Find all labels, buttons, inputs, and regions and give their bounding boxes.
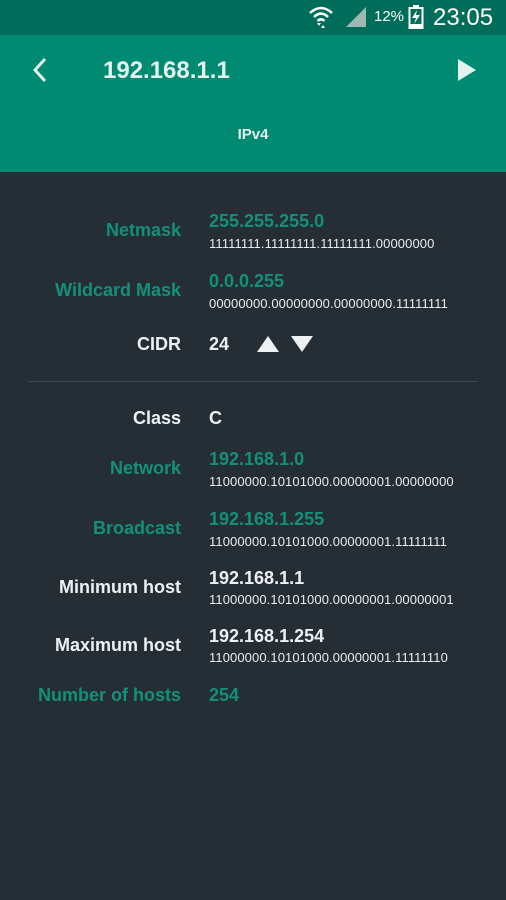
min-host-label: Minimum host xyxy=(59,577,181,597)
back-button[interactable] xyxy=(26,55,56,85)
min-host-value: 192.168.1.1 xyxy=(209,568,305,588)
wifi-icon xyxy=(308,4,334,35)
network-binary: 11000000.10101000.00000001.00000000 xyxy=(209,474,454,489)
cidr-value: 24 xyxy=(209,334,230,354)
play-button[interactable] xyxy=(452,55,482,85)
num-hosts-value: 254 xyxy=(209,685,240,705)
class-value: C xyxy=(209,408,222,428)
cidr-decrement-button[interactable] xyxy=(290,335,314,358)
broadcast-binary: 11000000.10101000.00000001.11111111 xyxy=(209,534,447,549)
play-icon xyxy=(458,59,476,81)
broadcast-label: Broadcast xyxy=(92,518,181,538)
app-bar: 192.168.1.1 IPv4 xyxy=(0,35,506,172)
network-label: Network xyxy=(109,458,181,478)
max-host-label: Maximum host xyxy=(54,635,181,655)
netmask-label: Netmask xyxy=(105,220,181,240)
page-title: 192.168.1.1 xyxy=(103,57,230,84)
section-divider xyxy=(28,381,478,382)
cidr-label: CIDR xyxy=(137,334,181,354)
max-host-binary: 11000000.10101000.00000001.11111110 xyxy=(209,650,448,665)
triangle-down-icon xyxy=(291,336,313,352)
netmask-binary: 11111111.11111111.11111111.00000000 xyxy=(209,236,435,251)
battery-charging-icon xyxy=(408,5,424,34)
triangle-up-icon xyxy=(257,336,279,352)
netmask-value: 255.255.255.0 xyxy=(209,211,325,231)
status-time: 23:05 xyxy=(433,4,494,31)
wildcard-label: Wildcard Mask xyxy=(55,280,181,300)
wildcard-binary: 00000000.00000000.00000000.11111111 xyxy=(209,296,448,311)
cell-signal-icon xyxy=(344,6,368,33)
battery-percent: 12% xyxy=(374,8,405,25)
chevron-left-icon xyxy=(32,57,47,83)
tab-ipv4[interactable]: IPv4 xyxy=(0,126,506,143)
network-value: 192.168.1.0 xyxy=(209,449,305,469)
min-host-binary: 11000000.10101000.00000001.00000001 xyxy=(209,592,454,607)
class-label: Class xyxy=(132,408,181,428)
status-bar: 12% 23:05 xyxy=(0,0,506,35)
num-hosts-label: Number of hosts xyxy=(37,685,181,705)
wildcard-value: 0.0.0.255 xyxy=(209,271,285,291)
max-host-value: 192.168.1.254 xyxy=(209,626,325,646)
cidr-increment-button[interactable] xyxy=(256,335,280,358)
broadcast-value: 192.168.1.255 xyxy=(209,509,325,529)
